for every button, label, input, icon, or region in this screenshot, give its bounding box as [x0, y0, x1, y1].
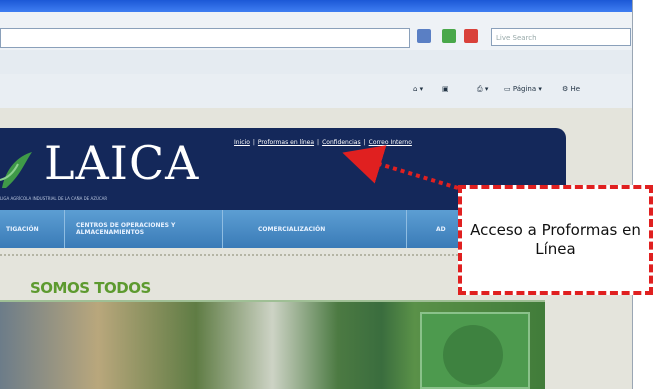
- leaf-logo-icon: [0, 152, 32, 188]
- home-icon[interactable]: ⌂ ▾: [413, 85, 423, 93]
- menu-bar: [0, 50, 632, 75]
- link-proformas-en-linea[interactable]: Proformas en línea: [258, 139, 314, 146]
- nav-divider: [222, 210, 223, 248]
- banner-heading: SOMOS TODOS: [30, 279, 151, 297]
- command-bar: ⌂ ▾ ▣ ⎙ ▾ ▭ Página ▾ ⚙ He: [0, 74, 632, 109]
- link-confidencias[interactable]: Confidencias: [322, 139, 361, 146]
- link-inicio[interactable]: Inicio: [234, 139, 250, 146]
- link-separator: |: [363, 139, 366, 146]
- help-menu-label: He: [570, 85, 581, 93]
- nav-item-comercializacion[interactable]: COMERCIALIZACIÓN: [258, 210, 325, 248]
- stop-icon[interactable]: [464, 29, 478, 43]
- page-menu-label: Página: [512, 85, 537, 93]
- nav-item-ad[interactable]: AD: [436, 210, 446, 248]
- nav-divider: [406, 210, 407, 248]
- top-links: Inicio | Proformas en línea | Confidencias | C…: [234, 139, 412, 146]
- refresh-icon[interactable]: [442, 29, 456, 43]
- address-toolbar: Live Search: [0, 12, 632, 51]
- link-separator: |: [252, 139, 255, 146]
- site-tagline: LIGA AGRÍCOLA INDUSTRIAL DE LA CAÑA DE A…: [0, 196, 108, 201]
- link-separator: |: [317, 139, 320, 146]
- nav-item-investigacion[interactable]: TIGACIÓN: [6, 210, 39, 248]
- callout-text: Acceso a Proformas en Línea: [470, 221, 641, 258]
- page-menu[interactable]: ▭ Página ▾: [504, 85, 542, 93]
- nav-item-centros[interactable]: CENTROS DE OPERACIONES Y ALMACENAMIENTOS: [76, 210, 216, 248]
- print-icon[interactable]: ⎙ ▾: [477, 85, 488, 94]
- dropdown-icon[interactable]: [417, 29, 431, 43]
- link-correo-interno[interactable]: Correo Interno: [369, 139, 412, 146]
- nav-divider: [64, 210, 65, 248]
- window-titlebar: [0, 0, 632, 12]
- callout-box: Acceso a Proformas en Línea: [458, 185, 653, 295]
- tools-menu[interactable]: ⚙ He: [562, 85, 580, 93]
- site-logo[interactable]: LAICA: [44, 136, 199, 190]
- address-input[interactable]: [0, 28, 410, 48]
- search-input[interactable]: Live Search: [491, 28, 631, 46]
- feeds-icon[interactable]: ▣: [442, 85, 449, 93]
- badge-emblem-icon: [443, 325, 503, 385]
